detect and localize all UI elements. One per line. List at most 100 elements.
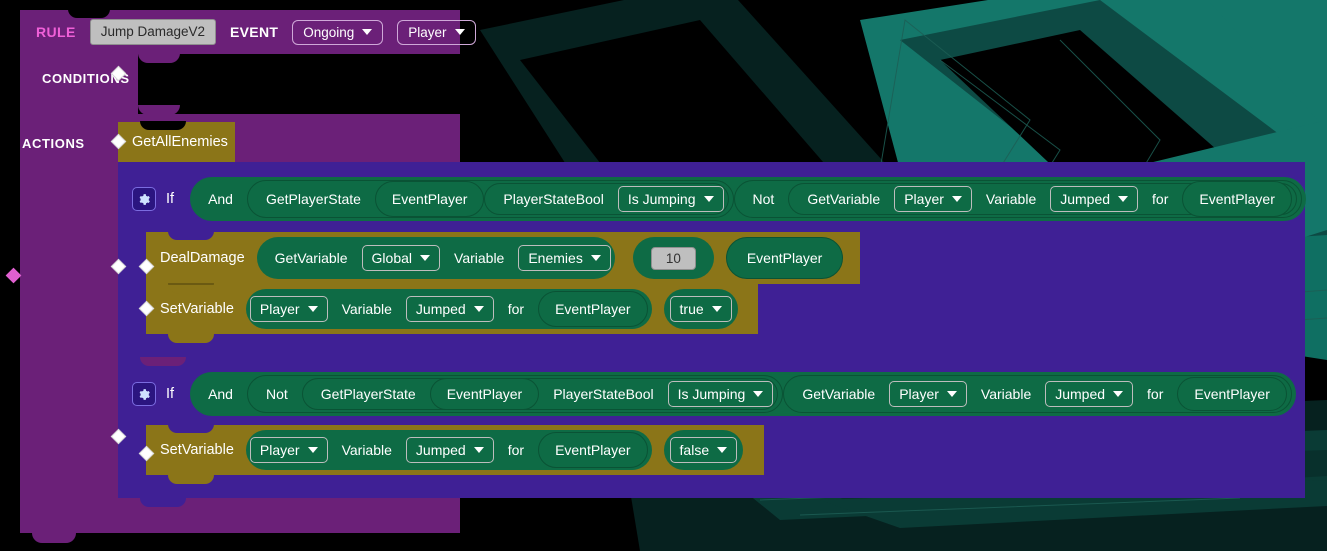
chevron-down-icon [590,255,601,261]
expression-getplayerstate-2[interactable]: GetPlayerState EventPlayer PlayerStateBo… [301,378,779,410]
event-target-dropdown[interactable]: Player [397,19,476,45]
action-name: SetVariable [160,301,234,317]
if-keyword-1: If [166,191,175,207]
variable-keyword: Variable [454,250,505,266]
expression-not-1[interactable]: Not GetVariable Player Variable Jumped f… [733,180,1302,218]
expression-playerstatebool-1[interactable]: PlayerStateBool Is Jumping [484,183,729,215]
damage-amount-input[interactable]: 10 [650,246,696,270]
variable-name-value: Jumped [1060,191,1111,207]
if-block-bottom-nub [140,498,186,507]
expression-getvariable-1[interactable]: GetVariable Player Variable Jumped for E… [788,181,1297,217]
chevron-down-icon [753,391,764,397]
gear-icon[interactable] [132,187,156,211]
variable-name-value: Enemies [528,250,583,266]
chevron-down-icon [711,306,722,312]
operator-and: And [208,386,233,402]
block-top-notch [140,121,186,130]
expression-setvariable-target-true[interactable]: Player Variable Jumped for EventPlayer [245,289,652,329]
variable-name-dropdown-enemies[interactable]: Enemies [518,245,611,271]
chevron-down-icon [473,447,484,453]
action-row: SetVariable Player Variable Jumped for E… [146,284,758,334]
if-block-2-header[interactable]: If And Not GetPlayerState EventPlayer Pl… [118,365,1305,423]
rule-conditions-band[interactable]: CONDITIONS [20,53,460,115]
if-block-1-header[interactable]: If And GetPlayerState EventPlayer Player… [118,170,1306,228]
rule-editor-canvas[interactable]: ACTIONS RULE Jump DamageV2 EVENT Ongoing… [0,0,1327,551]
rule-header-group: RULE Jump DamageV2 EVENT Ongoing Player … [20,9,476,128]
rule-bottom-notch [32,533,76,543]
variable-keyword: Variable [341,301,392,317]
expression-getvariable-enemies[interactable]: GetVariable Global Variable Enemies [256,237,615,279]
expression-setvariable-target-false[interactable]: Player Variable Jumped for EventPlayer [245,430,652,470]
boolean-value-dropdown-true[interactable]: true [669,296,732,322]
operator-getvariable: GetVariable [802,386,876,402]
variable-target-pill-1[interactable]: EventPlayer [1182,181,1292,217]
action-block-getallenemies[interactable]: GetAllEnemies [118,121,235,171]
variable-name-value: Jumped [415,442,466,458]
action-name: GetAllEnemies [132,134,228,150]
variable-scope-dropdown-1[interactable]: Player [894,186,972,212]
damage-target-pill[interactable]: EventPlayer [725,237,844,279]
arg-playerstatebool: PlayerStateBool [553,386,654,402]
setvariable-value-pill-true[interactable]: true [663,289,738,329]
chevron-down-icon [703,196,714,202]
setvariable-value-pill-false[interactable]: false [663,430,744,470]
variable-target-pill-3[interactable]: EventPlayer [1177,377,1287,411]
expression-and-2[interactable]: And Not GetPlayerState EventPlayer Playe… [190,372,1296,416]
block-top-notch [168,231,214,240]
block-divider-notch [168,283,214,294]
playerstate-dropdown-1[interactable]: Is Jumping [617,186,724,212]
rule-label: RULE [36,24,76,40]
arg-playerstatebool: PlayerStateBool [503,191,604,207]
expression-and-1[interactable]: And GetPlayerState EventPlayer PlayerSta… [190,177,1306,221]
action-row: SetVariable Player Variable Jumped for E… [146,425,764,475]
variable-target-pill-4[interactable]: EventPlayer [538,432,648,468]
chevron-down-icon [420,255,431,261]
block-bottom-nub [168,334,214,343]
expression-getvariable-2[interactable]: GetVariable Player Variable Jumped for E… [783,375,1292,413]
variable-name-dropdown-2[interactable]: Jumped [405,296,494,322]
conditions-empty-slot[interactable] [138,53,460,115]
variable-scope-value: Player [259,442,300,458]
variable-name-dropdown-3[interactable]: Jumped [1045,381,1134,407]
block-top-notch [168,424,214,433]
damage-amount-pill[interactable]: 10 [632,237,714,279]
for-keyword: for [1152,191,1169,207]
action-block-setvariable-true[interactable]: SetVariable Player Variable Jumped for E… [146,283,758,343]
operator-getvariable: GetVariable [274,250,348,266]
variable-scope-dropdown-global[interactable]: Global [361,245,441,271]
playerstate-value: Is Jumping [677,386,746,402]
arg-eventplayer[interactable]: EventPlayer [374,181,485,217]
if-keyword-2: If [166,386,175,402]
gear-icon[interactable] [132,382,156,406]
variable-scope-dropdown-2[interactable]: Player [249,296,328,322]
operator-getvariable: GetVariable [807,191,881,207]
expression-getplayerstate-1[interactable]: GetPlayerState EventPlayer PlayerStateBo… [246,180,734,218]
variable-name-dropdown-1[interactable]: Jumped [1050,186,1139,212]
boolean-value-dropdown-false[interactable]: false [669,437,738,463]
chevron-down-icon [454,29,465,35]
playerstate-dropdown-2[interactable]: Is Jumping [667,381,774,407]
action-name: DealDamage [160,250,245,266]
variable-scope-dropdown-4[interactable]: Player [249,437,328,463]
action-row: DealDamage GetVariable Global Variable E… [146,232,860,284]
variable-name-value: Jumped [1055,386,1106,402]
boolean-value: true [679,301,704,317]
action-block-setvariable-false[interactable]: SetVariable Player Variable Jumped for E… [146,424,764,484]
action-block-dealdamage[interactable]: DealDamage GetVariable Global Variable E… [146,231,860,284]
event-type-value: Ongoing [303,24,355,40]
rule-top-notch [68,9,110,18]
variable-name-value: Jumped [415,301,466,317]
variable-scope-value: Player [899,386,939,402]
expression-not-2[interactable]: Not GetPlayerState EventPlayer PlayerSta… [246,375,784,413]
connector-diamond-rule[interactable] [5,267,22,284]
playerstate-value: Is Jumping [627,191,696,207]
variable-name-dropdown-4[interactable]: Jumped [405,437,494,463]
chevron-down-icon [717,447,728,453]
event-type-dropdown[interactable]: Ongoing [292,19,384,45]
chevron-down-icon [473,306,484,312]
rule-name-input[interactable]: Jump DamageV2 [89,19,217,45]
for-keyword: for [507,301,525,317]
variable-target-pill-2[interactable]: EventPlayer [538,291,648,327]
arg-eventplayer[interactable]: EventPlayer [429,378,540,410]
variable-scope-dropdown-3[interactable]: Player [889,381,967,407]
